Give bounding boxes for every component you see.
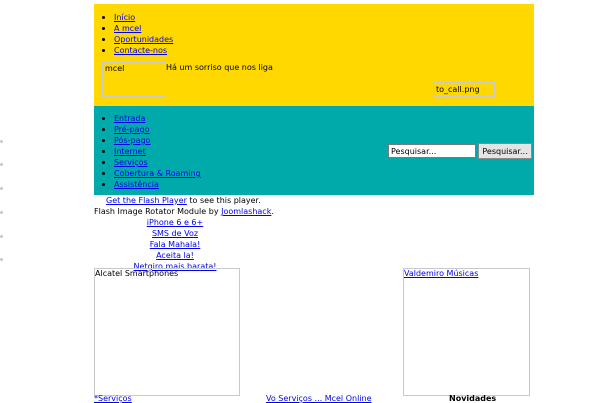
top-nav-link-contacte-nos[interactable]: Contacte-nos: [114, 46, 167, 55]
main-nav-link-pre-pago[interactable]: Pré-pago: [114, 125, 150, 134]
main-nav-item: Serviços: [94, 157, 201, 168]
top-nav-item: Início: [94, 12, 173, 23]
main-nav-band: Entrada Pré-pago Pós-pago Internet Servi…: [94, 106, 534, 195]
top-nav-item: A mcel: [94, 23, 173, 34]
main-nav-link-internet[interactable]: Internet: [114, 147, 146, 156]
edge-dot: [0, 235, 3, 238]
header-band: Início A mcel Oportunidades Contacte-nos…: [94, 4, 534, 106]
main-nav-link-servicos[interactable]: Serviços: [114, 158, 148, 167]
flash-player-text: to see this player.: [189, 196, 261, 205]
main-nav-item: Pós-pago: [94, 135, 201, 146]
main-nav: Entrada Pré-pago Pós-pago Internet Servi…: [94, 113, 201, 190]
call-image[interactable]: to_call.png: [433, 82, 495, 97]
search-button[interactable]: Pesquisar...: [478, 143, 532, 159]
edge-dot: [0, 163, 3, 166]
rotator-link-aceita-la[interactable]: Aceita la!: [156, 251, 194, 260]
valdemiro-musicas-module[interactable]: Valdemiro Músicas: [403, 268, 530, 396]
edge-dot: [0, 187, 3, 190]
main-nav-item: Cobertura & Roaming: [94, 168, 201, 179]
main-nav-link-assistencia[interactable]: Assistência: [114, 180, 159, 189]
main-nav-link-pos-pago[interactable]: Pós-pago: [114, 136, 150, 145]
module-title: Alcatel Smartphones: [95, 269, 179, 278]
top-nav-link-oportunidades[interactable]: Oportunidades: [114, 35, 173, 44]
flash-module-period: .: [271, 207, 274, 216]
main-nav-item: Assistência: [94, 179, 201, 190]
rotator-link-sms-de-voz[interactable]: SMS de Voz: [152, 229, 198, 238]
module-title-link[interactable]: Valdemiro Músicas: [404, 269, 478, 278]
rotator-link-fala-mahala[interactable]: Fala Mahala!: [150, 240, 201, 249]
tagline: Há um sorriso que nos liga: [166, 63, 273, 72]
alcatel-smartphones-module[interactable]: Alcatel Smartphones: [94, 268, 240, 396]
top-nav-item: Oportunidades: [94, 34, 173, 45]
top-nav-link-a-mcel[interactable]: A mcel: [114, 24, 141, 33]
search-input[interactable]: [388, 144, 476, 158]
joomlashack-link[interactable]: Joomlashack: [221, 207, 271, 216]
top-nav: Início A mcel Oportunidades Contacte-nos: [94, 12, 173, 56]
flash-player-line: Get the Flash Player to see this player.: [106, 196, 261, 205]
edge-dot: [0, 140, 3, 143]
bottom-link-mcel-online[interactable]: Vo Serviços ... Mcel Online: [266, 394, 372, 403]
bottom-link-servicos[interactable]: *Serviços: [94, 394, 132, 403]
logo-alt-text: mcel: [105, 64, 125, 73]
main-nav-item: Internet: [94, 146, 201, 157]
main-nav-link-entrada[interactable]: Entrada: [114, 114, 145, 123]
main-nav-item: Entrada: [94, 113, 201, 124]
top-nav-item: Contacte-nos: [94, 45, 173, 56]
novidades-heading: Novidades: [449, 394, 497, 403]
flash-module-line: Flash Image Rotator Module by Joomlashac…: [94, 207, 274, 216]
get-flash-player-link[interactable]: Get the Flash Player: [106, 196, 187, 205]
edge-dot: [0, 258, 3, 261]
rotator-link-iphone[interactable]: iPhone 6 e 6+: [147, 218, 203, 227]
flash-module-text: Flash Image Rotator Module by: [94, 207, 219, 216]
main-nav-link-cobertura-roaming[interactable]: Cobertura & Roaming: [114, 169, 201, 178]
call-image-alt-text: to_call.png: [436, 85, 480, 94]
logo-image[interactable]: mcel: [102, 62, 166, 97]
edge-dot: [0, 211, 3, 214]
top-nav-link-inicio[interactable]: Início: [114, 13, 135, 22]
main-nav-item: Pré-pago: [94, 124, 201, 135]
